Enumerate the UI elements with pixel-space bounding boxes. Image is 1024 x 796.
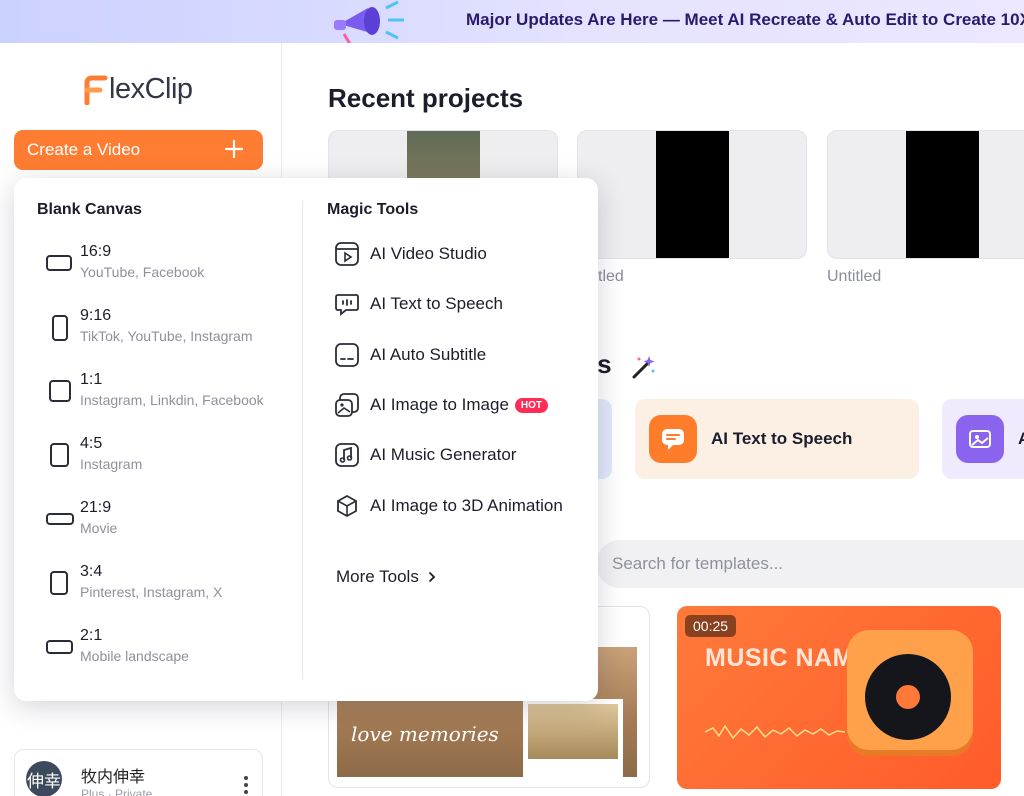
project-thumbnail xyxy=(906,131,979,258)
canvas-ratio: 16:9 xyxy=(80,243,112,260)
user-name: 牧内伸幸 xyxy=(81,769,146,786)
canvas-3-4[interactable]: 3:4 Pinterest, Instagram, X xyxy=(44,563,294,607)
tool-card-text-to-speech[interactable]: AI Text to Speech xyxy=(635,399,919,479)
canvas-16-9[interactable]: 16:9 YouTube, Facebook xyxy=(44,243,294,287)
tool-label: AI Image to 3D Animation xyxy=(370,496,563,515)
landscape-ratio-icon xyxy=(46,640,73,654)
portrait-ratio-icon xyxy=(50,443,69,467)
square-ratio-icon xyxy=(49,380,71,402)
project-thumbnail xyxy=(656,131,729,258)
wide-ratio-icon xyxy=(46,513,74,525)
tool-card-label: A xyxy=(1018,429,1024,449)
canvas-4-5[interactable]: 4:5 Instagram xyxy=(44,435,294,479)
template-polaroid xyxy=(523,699,623,777)
canvas-desc: Instagram, Linkdin, Facebook xyxy=(80,392,264,408)
duration-badge: 00:25 xyxy=(685,615,737,637)
tool-ai-image-to-3d[interactable]: AI Image to 3D Animation xyxy=(334,491,584,521)
canvas-desc: YouTube, Facebook xyxy=(80,264,205,280)
template-card[interactable]: 00:25 MUSIC NAME xyxy=(677,606,1001,789)
music-icon xyxy=(335,443,359,467)
menu-divider xyxy=(302,201,303,679)
canvas-ratio: 4:5 xyxy=(80,435,103,452)
tool-ai-image-to-image[interactable]: AI Image to Image HOT xyxy=(334,390,584,420)
canvas-1-1[interactable]: 1:1 Instagram, Linkdin, Facebook xyxy=(44,371,294,415)
project-card[interactable] xyxy=(577,130,807,259)
image-icon xyxy=(956,415,1004,463)
tool-ai-text-to-speech[interactable]: AI Text to Speech xyxy=(334,289,584,319)
portrait-ratio-icon xyxy=(52,315,68,341)
project-title[interactable]: Untitled xyxy=(827,268,881,286)
canvas-2-1[interactable]: 2:1 Mobile landscape xyxy=(44,627,294,671)
create-video-menu: Blank Canvas Magic Tools 16:9 YouTube, F… xyxy=(14,178,598,701)
portrait-ratio-icon xyxy=(50,571,68,595)
tool-label: AI Text to Speech xyxy=(370,294,503,313)
logo-text: lexClip xyxy=(109,73,193,105)
blank-canvas-title: Blank Canvas xyxy=(37,201,142,218)
canvas-ratio: 1:1 xyxy=(80,371,103,388)
vinyl-disc xyxy=(865,654,951,740)
user-card[interactable]: 伸幸 牧内伸幸 Plus · Private xyxy=(14,749,263,796)
create-video-label: Create a Video xyxy=(27,140,141,159)
magic-wand-icon xyxy=(632,356,655,379)
banner-text: Major Updates Are Here — Meet AI Recreat… xyxy=(466,10,1024,29)
flexclip-logo[interactable]: lexClip xyxy=(83,73,193,106)
chevron-right-icon xyxy=(428,572,436,582)
recent-projects-title: Recent projects xyxy=(328,83,524,113)
plus-icon xyxy=(224,139,244,159)
user-plan: Plus · Private xyxy=(81,787,153,796)
turntable-image xyxy=(847,630,973,756)
project-card[interactable] xyxy=(827,130,1024,259)
tool-label: AI Image to Image xyxy=(370,395,509,414)
promo-banner[interactable]: Major Updates Are Here — Meet AI Recreat… xyxy=(0,0,1024,43)
canvas-desc: Instagram xyxy=(80,456,143,472)
canvas-desc: TikTok, YouTube, Instagram xyxy=(80,328,253,344)
canvas-ratio: 21:9 xyxy=(80,499,112,516)
more-tools-link[interactable]: More Tools xyxy=(336,567,439,587)
megaphone-icon xyxy=(334,0,404,43)
canvas-desc: Pinterest, Instagram, X xyxy=(80,584,223,600)
avatar: 伸幸 xyxy=(26,761,62,796)
create-video-button[interactable]: Create a Video xyxy=(14,130,263,170)
canvas-ratio: 3:4 xyxy=(80,563,103,580)
video-studio-icon xyxy=(335,242,359,266)
magic-tools-title: Magic Tools xyxy=(327,201,419,218)
speech-bubble-icon xyxy=(335,294,359,316)
tool-label: AI Auto Subtitle xyxy=(370,345,487,364)
search-input[interactable] xyxy=(612,554,992,574)
canvas-ratio: 2:1 xyxy=(80,627,103,644)
canvas-desc: Movie xyxy=(80,520,118,536)
tool-card-image[interactable]: A xyxy=(942,399,1024,479)
more-vertical-icon[interactable] xyxy=(244,776,248,794)
waveform-icon xyxy=(705,724,845,740)
canvas-9-16[interactable]: 9:16 TikTok, YouTube, Instagram xyxy=(44,307,294,351)
template-title: love memories xyxy=(351,722,499,746)
cube-icon xyxy=(337,494,357,518)
canvas-ratio: 9:16 xyxy=(80,307,112,324)
landscape-ratio-icon xyxy=(46,255,72,271)
tool-card-label: AI Text to Speech xyxy=(711,429,853,448)
template-search[interactable] xyxy=(596,540,1024,588)
speech-icon xyxy=(649,415,697,463)
more-tools-label: More Tools xyxy=(336,567,419,586)
tool-label: AI Music Generator xyxy=(370,445,517,464)
hot-badge: HOT xyxy=(514,397,549,413)
canvas-desc: Mobile landscape xyxy=(80,648,189,664)
tool-ai-auto-subtitle[interactable]: AI Auto Subtitle xyxy=(334,340,584,370)
tool-ai-music-generator[interactable]: AI Music Generator xyxy=(334,440,584,470)
subtitle-icon xyxy=(335,343,359,367)
image-icon xyxy=(335,393,359,417)
logo-f-icon xyxy=(84,75,108,105)
canvas-21-9[interactable]: 21:9 Movie xyxy=(44,499,294,543)
tool-label: AI Video Studio xyxy=(370,244,487,263)
tool-ai-video-studio[interactable]: AI Video Studio xyxy=(334,239,584,269)
